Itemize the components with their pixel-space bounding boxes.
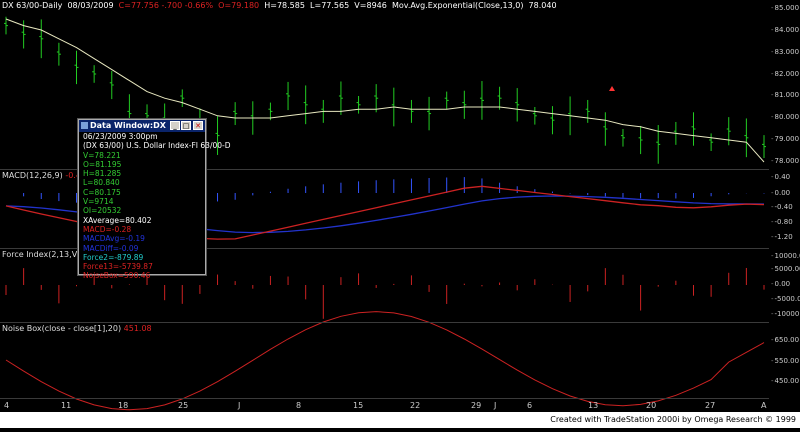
macd-axis-label: -1.20 xyxy=(771,233,793,241)
date-axis-label: 11 xyxy=(61,401,72,410)
noise-axis-label: 650.00 xyxy=(771,336,800,344)
price-axis-label: 83.000 xyxy=(771,48,800,56)
date-axis-label: 18 xyxy=(118,401,129,410)
footer-bar: Created with TradeStation 2000i by Omega… xyxy=(0,412,800,428)
change-label: C=77.756 -.700 -0.66% xyxy=(118,1,214,10)
date-axis-label: 8 xyxy=(296,401,302,410)
open-label: O=79.180 xyxy=(218,1,260,10)
data-window-row: C=80.175 xyxy=(83,187,121,197)
date-axis-label: 20 xyxy=(646,401,657,410)
data-window-row: H=81.285 xyxy=(83,169,122,179)
date-axis-label: 15 xyxy=(353,401,364,410)
data-window-row: V=9714 xyxy=(83,197,114,207)
date-axis-label: 25 xyxy=(178,401,189,410)
data-window-row: NoiseBox=590.46 xyxy=(83,271,151,281)
date-axis-label: 29 xyxy=(471,401,482,410)
price-axis-label: 80.000 xyxy=(771,113,800,121)
price-axis-label: 84.000 xyxy=(771,26,800,34)
data-window-titlebar[interactable]: Data Window:DX _ □ ✕ xyxy=(79,120,205,132)
noise-axis-label: 550.00 xyxy=(771,357,800,365)
force-axis-label: 5000.00 xyxy=(771,265,800,273)
date-axis-label: 6 xyxy=(527,401,533,410)
data-window[interactable]: Data Window:DX _ □ ✕ 06/23/2009 3:00pm (… xyxy=(78,119,231,280)
macd-axis-label: 0.40 xyxy=(771,173,791,181)
close-button[interactable]: ✕ xyxy=(193,121,203,130)
data-window-row: MACDAvg=-0.19 xyxy=(83,234,145,244)
pane-divider xyxy=(0,398,769,399)
date-axis-label: J xyxy=(238,401,241,410)
data-window-row: 06/23/2009 3:00pm xyxy=(83,132,158,141)
force-axis-label: -5000.00 xyxy=(771,295,800,303)
pane-divider[interactable] xyxy=(0,322,769,323)
price-axis-label: 78.000 xyxy=(771,157,800,165)
price-axis-label: 85.000 xyxy=(771,4,800,12)
data-window-title: Data Window:DX xyxy=(90,121,166,130)
symbol-label: DX 63/00-Daily xyxy=(2,1,63,10)
data-window-row: Force2=-879.89 xyxy=(83,252,144,262)
footer-credit: Created with TradeStation 2000i by Omega… xyxy=(550,415,796,424)
window-icon xyxy=(81,122,88,129)
macd-label: MACD(12,26,9) xyxy=(2,171,63,180)
data-window-row: XAverage=80.402 xyxy=(83,215,152,225)
volume-label: V=8946 xyxy=(354,1,387,10)
macd-pane-label: MACD(12,26,9) -0.49 xyxy=(2,171,86,181)
price-axis-label: 82.000 xyxy=(771,70,800,78)
macd-axis-label: -0.40 xyxy=(771,203,793,211)
data-window-row: O=81.195 xyxy=(83,159,122,169)
data-window-row: V=78.221 xyxy=(83,150,121,160)
study-label: Mov.Avg.Exponential(Close,13,0) xyxy=(391,1,524,10)
force-axis-label: 0.00 xyxy=(771,280,791,288)
date-label: 08/03/2009 xyxy=(67,1,114,10)
noise-label: Noise Box(close - close[1],20) xyxy=(2,324,122,333)
price-axis-label: 79.000 xyxy=(771,135,800,143)
macd-axis-label: 0.00 xyxy=(771,189,791,197)
force-axis-label: -10000.00 xyxy=(771,310,800,318)
date-axis-label: 27 xyxy=(705,401,716,410)
macd-axis-label: -0.80 xyxy=(771,218,793,226)
noise-value: 451.08 xyxy=(123,324,152,333)
price-axis-label: 81.000 xyxy=(771,91,800,99)
noise-axis-label: 450.00 xyxy=(771,377,800,385)
date-axis-label: J xyxy=(494,401,497,410)
data-window-row: OI=20532 xyxy=(83,206,122,216)
noise-pane-label: Noise Box(close - close[1],20) 451.08 xyxy=(2,324,152,334)
signal-marker xyxy=(609,86,615,91)
study-value: 78.040 xyxy=(528,1,557,10)
date-axis-label: 22 xyxy=(410,401,421,410)
data-window-rows: 06/23/2009 3:00pm (DX 63/00) U.S. Dollar… xyxy=(79,132,231,281)
minimize-button[interactable]: _ xyxy=(170,121,180,130)
date-axis-label: A xyxy=(761,401,767,410)
maximize-button[interactable]: □ xyxy=(181,121,191,130)
data-window-row: Force13=-5739.87 xyxy=(83,262,153,272)
force-axis-label: 10000.00 xyxy=(771,252,800,260)
data-window-row: MACDiff=-0.09 xyxy=(83,243,139,253)
data-window-row: L=80.840 xyxy=(83,178,120,188)
date-axis-label: 13 xyxy=(588,401,599,410)
chart-header: DX 63/00-Daily 08/03/2009 C=77.756 -.700… xyxy=(2,1,557,11)
data-window-row: MACD=-0.28 xyxy=(83,224,132,234)
high-label: H=78.585 xyxy=(264,1,305,10)
low-label: L=77.565 xyxy=(310,1,350,10)
date-axis-label: 4 xyxy=(4,401,10,410)
data-window-row: (DX 63/00) U.S. Dollar Index-FI 63/00-D xyxy=(83,141,231,151)
